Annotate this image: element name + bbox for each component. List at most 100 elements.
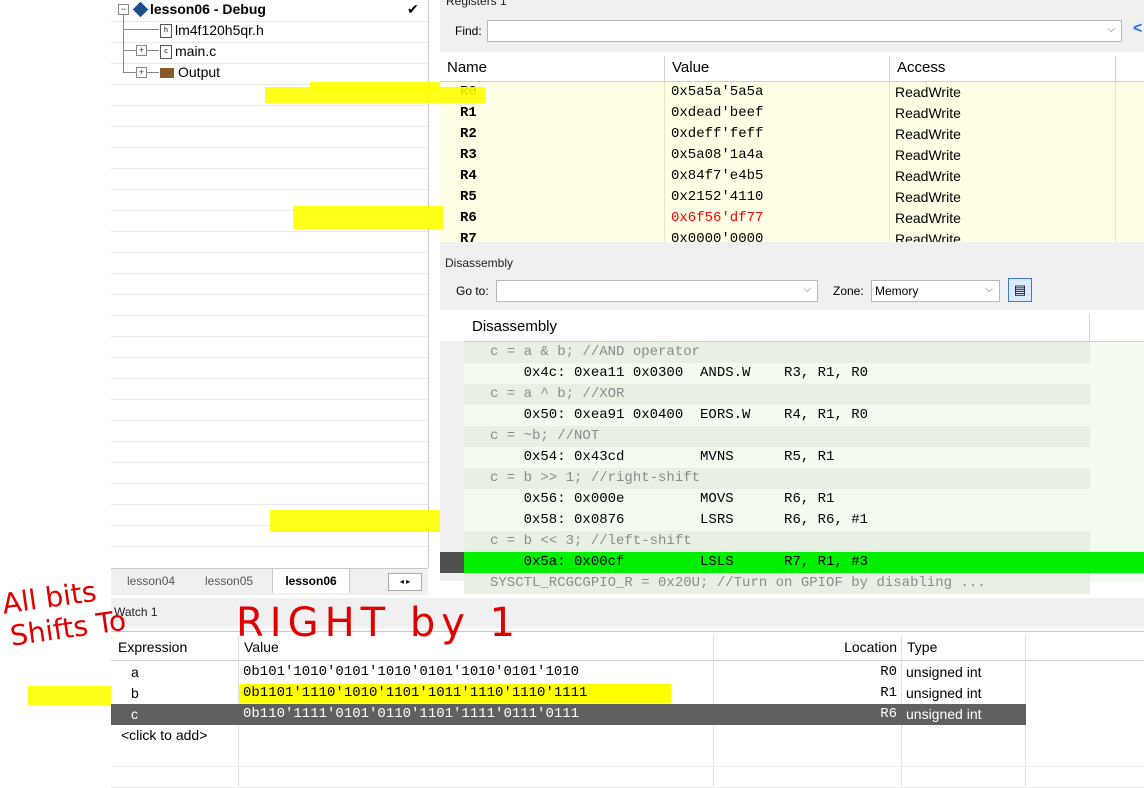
instruction-line[interactable]: 0x4c: 0xea11 0x0300 ANDS.W R3, R1, R0 xyxy=(464,363,1144,384)
file-item-header[interactable]: h lm4f120h5qr.h xyxy=(160,22,264,39)
instruction-line[interactable]: 0x5a: 0x00cf LSLS R7, R1, #3 xyxy=(464,552,1144,573)
expand-icon[interactable]: + xyxy=(136,67,147,78)
watch-value[interactable]: 0b101'1010'0101'1010'0101'1010'0101'1010 xyxy=(243,662,579,683)
register-value[interactable]: 0x84f7'e4b5 xyxy=(671,168,763,184)
column-divider xyxy=(1115,145,1116,166)
col-header-value[interactable]: Value xyxy=(672,59,709,76)
column-divider xyxy=(664,145,665,166)
register-value[interactable]: 0x5a08'1a4a xyxy=(671,147,763,163)
zone-select[interactable]: Memory ⌵ xyxy=(871,280,1000,302)
highlighter-mark xyxy=(28,686,111,705)
workspace-row xyxy=(111,378,428,400)
source-line[interactable]: c = b >> 1; //right-shift xyxy=(464,468,1090,489)
chevron-down-icon[interactable]: ⌵ xyxy=(1107,24,1115,35)
header-file-icon: h xyxy=(160,24,172,39)
goto-label: Go to: xyxy=(456,284,489,298)
register-value[interactable]: 0xdead'beef xyxy=(671,105,763,121)
source-line[interactable]: c = a ^ b; //XOR xyxy=(464,384,1090,405)
source-line[interactable]: c = ~b; //NOT xyxy=(464,426,1090,447)
column-divider xyxy=(889,166,890,187)
expand-icon[interactable]: + xyxy=(136,45,147,56)
collapse-project-icon[interactable]: − xyxy=(118,4,129,15)
column-divider xyxy=(1115,56,1116,81)
col-header-location[interactable]: Location xyxy=(719,639,897,655)
column-divider xyxy=(664,124,665,145)
panel-splitter[interactable] xyxy=(440,242,1144,252)
source-line[interactable]: SYSCTL_RCGCGPIO_R = 0x20U; //Turn on GPI… xyxy=(464,573,1090,594)
workspace-row xyxy=(111,168,428,190)
watch-expression[interactable]: b xyxy=(131,683,139,704)
register-value[interactable]: 0x6f56'df77 xyxy=(671,210,763,226)
workspace-row xyxy=(111,252,428,274)
register-row[interactable]: R7 0x0000'0000 ReadWrite xyxy=(440,229,1144,242)
watch-value[interactable]: 0b1101'1110'1010'1101'1011'1110'1110'111… xyxy=(243,683,587,704)
register-row[interactable]: R3 0x5a08'1a4a ReadWrite xyxy=(440,145,1144,167)
source-line[interactable]: c = a & b; //AND operator xyxy=(464,342,1090,363)
tab-lesson06[interactable]: lesson06 xyxy=(272,569,350,593)
watch-location: R0 xyxy=(880,664,897,680)
project-node[interactable]: lesson06 - Debug xyxy=(132,1,266,18)
project-icon xyxy=(132,1,149,18)
registers-table: R00x5a5a'5a5aReadWriteR10xdead'beefReadW… xyxy=(440,82,1144,242)
chevron-down-icon[interactable]: ⌵ xyxy=(803,284,811,295)
watch-row[interactable]: a 0b101'1010'0101'1010'0101'1010'0101'101… xyxy=(111,662,1144,683)
disassembly-header: Disassembly xyxy=(440,313,1144,342)
instruction-line[interactable]: 0x56: 0x000e MOVS R6, R1 xyxy=(464,489,1144,510)
current-instruction-marker xyxy=(440,552,464,573)
tab-scroll-arrows[interactable]: ◂ ▸ xyxy=(388,573,422,591)
file-item-main[interactable]: c main.c xyxy=(160,43,217,60)
c-file-icon: c xyxy=(160,45,172,60)
find-previous-icon[interactable]: < xyxy=(1133,20,1142,38)
watch-expression[interactable]: c xyxy=(131,704,138,725)
register-row[interactable]: R1 0xdead'beef ReadWrite xyxy=(440,103,1144,125)
register-name: R3 xyxy=(460,147,477,163)
register-value[interactable]: 0x5a5a'5a5a xyxy=(671,84,763,100)
find-input[interactable]: ⌵ xyxy=(487,20,1122,42)
register-value[interactable]: 0xdeff'feff xyxy=(671,126,763,142)
register-row[interactable]: R5 0x2152'4110 ReadWrite xyxy=(440,187,1144,209)
col-header-access[interactable]: Access xyxy=(897,59,945,76)
register-name: R6 xyxy=(460,210,477,226)
watch-location: R1 xyxy=(880,685,897,701)
watch-add-row[interactable]: <click to add> xyxy=(111,725,1144,746)
source-line[interactable]: c = b << 3; //left-shift xyxy=(464,531,1090,552)
active-check-icon: ✔ xyxy=(407,1,419,17)
col-header-expression[interactable]: Expression xyxy=(118,639,187,655)
register-row[interactable]: R6 0x6f56'df77 ReadWrite xyxy=(440,208,1144,230)
register-value[interactable]: 0x0000'0000 xyxy=(671,231,763,242)
file-label: main.c xyxy=(175,43,217,59)
folder-item-output[interactable]: Output xyxy=(160,64,220,80)
registers-header: Name Value Access xyxy=(440,56,1144,82)
instruction-line[interactable]: 0x50: 0xea91 0x0400 EORS.W R4, R1, R0 xyxy=(464,405,1144,426)
watch-row[interactable]: c 0b110'1111'0101'0110'1101'1111'0111'011… xyxy=(111,704,1144,725)
add-watch-row[interactable]: <click to add> xyxy=(121,725,207,746)
zone-label: Zone: xyxy=(833,284,864,298)
register-row[interactable]: R4 0x84f7'e4b5 ReadWrite xyxy=(440,166,1144,188)
watch-value[interactable]: 0b110'1111'0101'0110'1101'1111'0111'0111 xyxy=(243,704,579,725)
column-divider xyxy=(1089,313,1090,341)
tab-lesson05[interactable]: lesson05 xyxy=(205,569,253,593)
watch-type: unsigned int xyxy=(906,685,982,701)
workspace-row xyxy=(111,336,428,358)
goto-input[interactable]: ⌵ xyxy=(496,280,818,302)
column-divider xyxy=(664,103,665,124)
register-row[interactable]: R00x5a5a'5a5aReadWrite xyxy=(440,82,1144,104)
workspace-row xyxy=(111,315,428,337)
register-value[interactable]: 0x2152'4110 xyxy=(671,189,763,205)
toggle-source-icon[interactable]: ▤ xyxy=(1008,278,1032,302)
breakpoint-gutter[interactable] xyxy=(440,341,464,581)
chevron-down-icon[interactable]: ⌵ xyxy=(985,284,993,295)
instruction-line[interactable]: 0x54: 0x43cd MVNS R5, R1 xyxy=(464,447,1144,468)
file-label: lm4f120h5qr.h xyxy=(175,22,264,38)
register-name: R7 xyxy=(460,231,477,242)
tab-lesson04[interactable]: lesson04 xyxy=(127,569,175,593)
register-row[interactable]: R2 0xdeff'feff ReadWrite xyxy=(440,124,1144,146)
watch-expression[interactable]: a xyxy=(131,662,139,683)
col-header-name[interactable]: Name xyxy=(447,59,487,76)
register-name: R4 xyxy=(460,168,477,184)
instruction-line[interactable]: 0x58: 0x0876 LSRS R6, R6, #1 xyxy=(464,510,1144,531)
watch-row[interactable]: b 0b1101'1110'1010'1101'1011'1110'1110'11… xyxy=(111,683,1144,704)
column-divider xyxy=(889,229,890,242)
col-header-disassembly: Disassembly xyxy=(472,318,558,335)
col-header-type[interactable]: Type xyxy=(907,639,937,655)
